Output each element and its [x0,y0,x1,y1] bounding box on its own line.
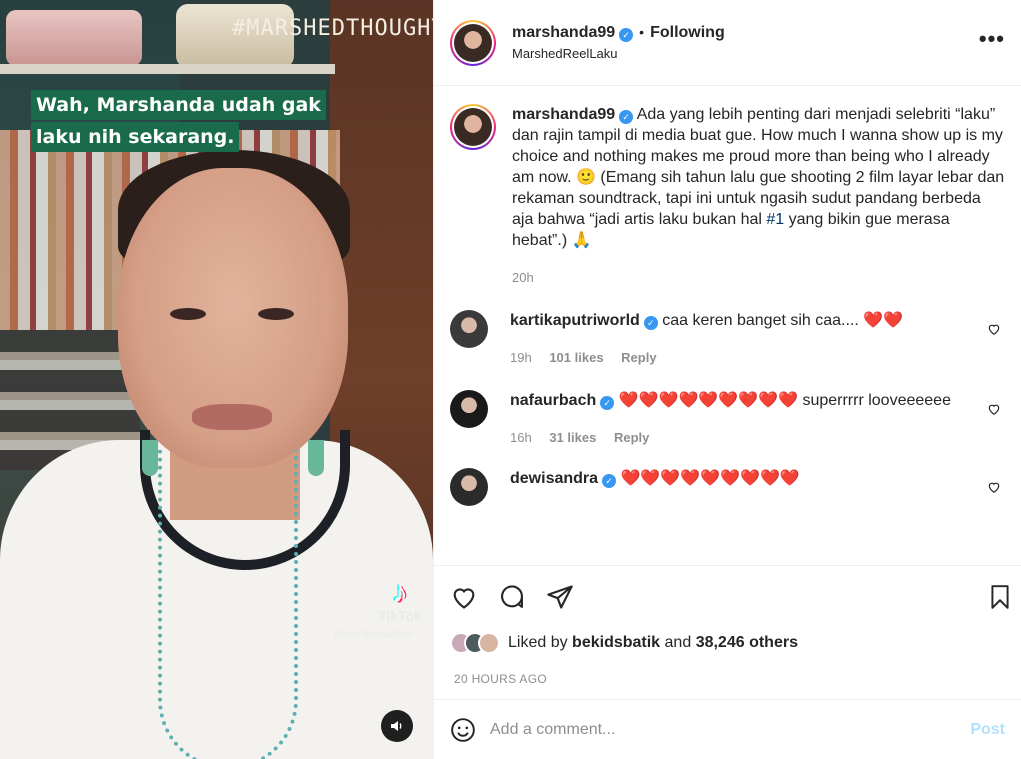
comment-icon[interactable] [498,583,526,611]
caption-hashtag-link[interactable]: #1 [766,211,784,228]
necklace [158,450,298,759]
avatar[interactable] [450,104,496,150]
header-username[interactable]: marshanda99 [512,24,615,41]
comment-text: ❤️❤️❤️❤️❤️❤️❤️❤️❤️ superrrrr looveeeeee [618,392,951,409]
comment-avatar[interactable] [450,310,488,348]
avatar-image [454,108,492,146]
video-caption-overlay: Wah, Marshanda udah gak laku nih sekaran… [31,90,326,154]
comment-avatar[interactable] [450,468,488,506]
post-comment-button[interactable]: Post [970,721,1005,739]
verified-icon: ✓ [602,474,617,488]
person-eye [258,308,294,320]
person-eye [170,308,206,320]
video-caption-line: laku nih sekarang. [31,122,240,152]
comment-input[interactable] [490,720,971,739]
comment-time[interactable]: 19h [510,350,532,365]
comment-body: kartikaputriworld ✓ caa keren banget sih … [510,310,1005,368]
reply-button[interactable]: Reply [621,350,656,365]
following-button[interactable]: Following [650,24,725,41]
post-header: marshanda99 ✓ • Following MarshedReelLaku •… [434,0,1021,86]
avatar[interactable] [478,632,500,654]
video-hashtag-overlay: #MARSHEDTHOUGHT [232,16,433,41]
header-subtitle[interactable]: MarshedReelLaku [512,46,725,61]
liked-by-and: and [664,634,692,651]
verified-icon: ✓ [600,396,615,410]
comment-username[interactable]: nafaurbach [510,392,596,409]
verified-icon: ✓ [643,316,658,330]
comment-item: dewisandra ✓ ❤️❤️❤️❤️❤️❤️❤️❤️❤️ [450,468,1005,506]
comment-item: kartikaputriworld ✓ caa keren banget sih … [450,310,1005,368]
separator-dot: • [639,24,645,40]
like-comment-heart-icon[interactable] [987,402,1001,416]
like-comment-heart-icon[interactable] [987,480,1001,494]
sound-icon [391,721,402,731]
comment-body: nafaurbach ✓ ❤️❤️❤️❤️❤️❤️❤️❤️❤️ superrrrr… [510,390,1005,448]
post-caption: marshanda99 ✓ Ada yang lebih penting dari… [450,104,1005,288]
bookmark-icon[interactable] [987,584,1013,610]
comments-section[interactable]: marshanda99 ✓ Ada yang lebih penting dari… [434,86,1021,565]
instagram-post: #MARSHEDTHOUGHT Wah, Marshanda udah gak … [0,0,1021,759]
heart-icon[interactable] [450,583,478,611]
comment-username[interactable]: dewisandra [510,470,598,487]
caption-body: marshanda99 ✓ Ada yang lebih penting dari… [512,104,1005,288]
post-timestamp[interactable]: 20 HOURS AGO [434,659,1021,699]
shelf [0,64,335,74]
comment-composer: Post [434,699,1021,759]
earring [308,440,324,476]
comment-username[interactable]: kartikaputriworld [510,312,640,329]
comment-avatar[interactable] [450,390,488,428]
avatar[interactable] [450,19,496,66]
post-video[interactable]: #MARSHEDTHOUGHT Wah, Marshanda udah gak … [0,0,433,759]
caption-time[interactable]: 20h [512,270,534,285]
comment-text: caa keren banget sih caa.... ❤️❤️ [662,312,904,329]
reply-button[interactable]: Reply [614,430,649,445]
tiktok-brand: TikTok [378,608,422,624]
caption-text: Ada yang lebih penting dari menjadi sele… [512,106,1005,228]
person-mouth [192,404,272,430]
comment-time[interactable]: 16h [510,430,532,445]
comment-meta: 19h 101 likes Reply [510,347,975,368]
video-caption-line: Wah, Marshanda udah gak [31,90,326,120]
sound-toggle-button[interactable] [381,710,413,742]
action-bar [434,565,1021,627]
emoji-icon[interactable] [450,717,476,743]
verified-icon: ✓ [619,110,634,124]
share-icon[interactable] [546,583,574,611]
post-side-panel: marshanda99 ✓ • Following MarshedReelLaku •… [433,0,1021,759]
storage-box [6,10,142,66]
comment-body: dewisandra ✓ ❤️❤️❤️❤️❤️❤️❤️❤️❤️ [510,468,1005,506]
comment-text: ❤️❤️❤️❤️❤️❤️❤️❤️❤️ [620,470,800,487]
avatar-image [454,23,492,62]
verified-icon: ✓ [619,28,634,42]
more-options-icon[interactable]: ••• [979,26,1005,52]
comment-item: nafaurbach ✓ ❤️❤️❤️❤️❤️❤️❤️❤️❤️ superrrrr… [450,390,1005,448]
tiktok-logo-icon: ♪ [392,576,408,609]
caption-meta: 20h [512,267,1005,288]
likes-summary: Liked by bekidsbatik and 38,246 others [434,627,1021,659]
comment-meta: 16h 31 likes Reply [510,427,975,448]
liker-avatars [450,632,500,654]
tiktok-username: @marshastardust [334,629,414,640]
liked-by-user[interactable]: bekidsbatik [572,634,660,652]
caption-username[interactable]: marshanda99 [512,106,615,123]
header-text: marshanda99 ✓ • Following MarshedReelLaku [512,24,725,61]
tiktok-watermark: ♪ TikTok [378,576,422,625]
earring [142,440,158,476]
comment-likes[interactable]: 31 likes [549,430,596,445]
comment-likes[interactable]: 101 likes [549,350,603,365]
liked-by-others[interactable]: 38,246 others [696,634,798,652]
liked-by-prefix: Liked by [508,634,568,651]
like-comment-heart-icon[interactable] [987,322,1001,336]
